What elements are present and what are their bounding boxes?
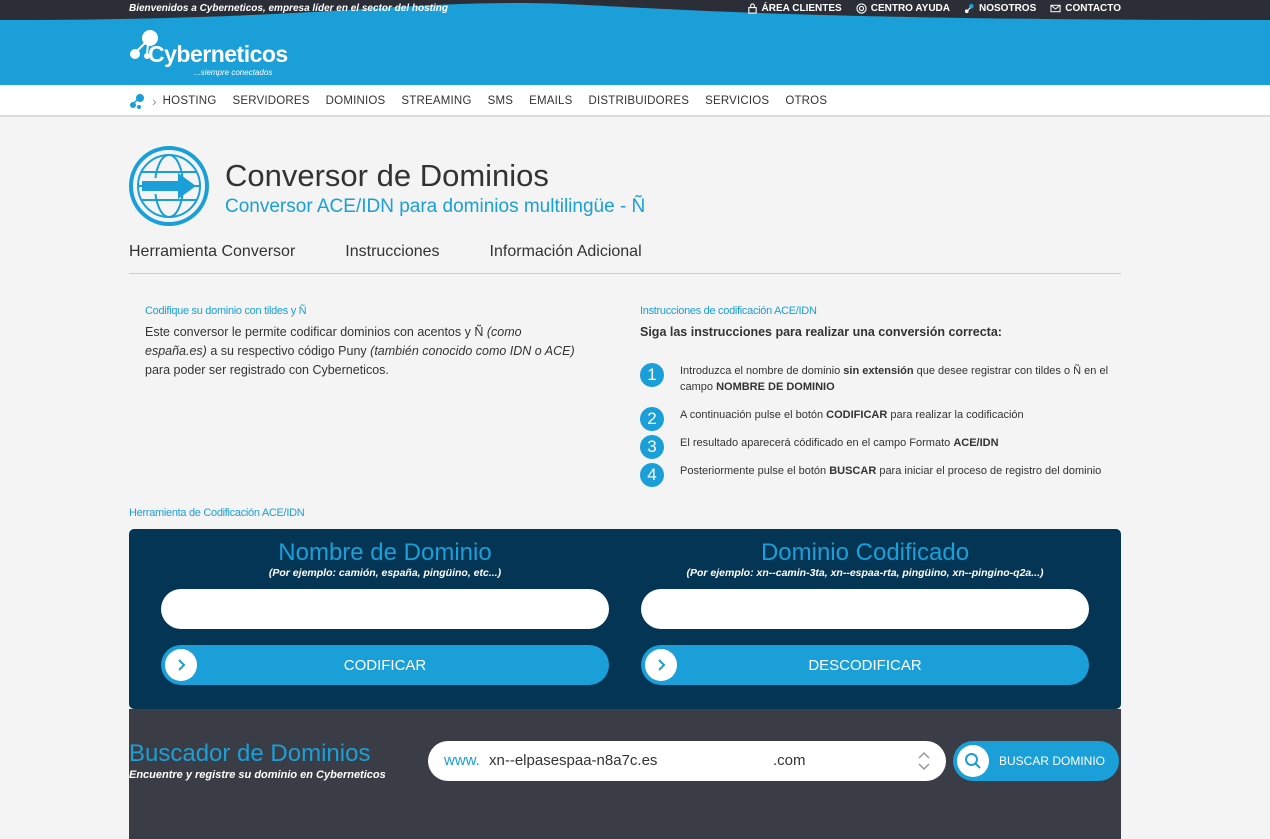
tab-instrucciones[interactable]: Instrucciones xyxy=(345,243,439,273)
page-subtitle: Conversor ACE/IDN para dominios multilin… xyxy=(225,196,646,217)
welcome-text: Bienvenidos a Cyberneticos, empresa líde… xyxy=(129,3,448,14)
contacto-link[interactable]: CONTACTO xyxy=(1050,3,1121,14)
step-text: Posteriormente pulse el botón BUSCAR par… xyxy=(680,463,1101,487)
nosotros-label: NOSOTROS xyxy=(979,3,1037,14)
centro-ayuda-label: CENTRO AYUDA xyxy=(870,3,951,14)
step-text-part: para iniciar el proceso de registro del … xyxy=(876,465,1102,477)
step-text-bold: sin extensión xyxy=(843,365,914,377)
tool-label: Herramienta de Codificación ACE/IDN xyxy=(129,507,305,519)
top-bar: Bienvenidos a Cyberneticos, empresa líde… xyxy=(0,0,1270,20)
search-subtitle: Encuentre y registre su dominio en Cyber… xyxy=(129,769,386,781)
step-text-bold: CODIFICAR xyxy=(826,409,888,421)
instructions-subheading: Siga las instrucciones para realizar una… xyxy=(640,325,1002,339)
section-tabs: Herramienta Conversor Instrucciones Info… xyxy=(129,243,1121,274)
page-title: Conversor de Dominios xyxy=(225,158,549,193)
area-clientes-link[interactable]: ÁREA CLIENTES xyxy=(747,3,842,14)
nav-item-dominios[interactable]: DOMINIOS xyxy=(326,95,386,107)
instructions-section: Instrucciones de codificación ACE/IDN Si… xyxy=(640,305,1110,487)
intro-text: Este conversor le permite codificar domi… xyxy=(145,323,585,380)
instructions-heading: Instrucciones de codificación ACE/IDN xyxy=(640,305,817,317)
descodificar-button[interactable]: DESCODIFICAR xyxy=(641,645,1089,685)
nav-item-emails[interactable]: EMAILS xyxy=(529,95,572,107)
lifebuoy-icon xyxy=(856,3,867,14)
buscar-dominio-label: BUSCAR DOMINIO xyxy=(998,754,1105,768)
step-text-part: A continuación pulse el botón xyxy=(680,409,827,421)
step-number: 1 xyxy=(640,363,664,387)
top-links: ÁREA CLIENTES CENTRO AYUDA NOSOTROS CONT… xyxy=(747,3,1121,14)
step-number: 4 xyxy=(640,463,664,487)
step-number: 3 xyxy=(640,435,664,459)
lock-icon xyxy=(747,3,757,14)
nombre-dominio-example: (Por ejemplo: camión, españa, pingüino, … xyxy=(268,567,502,579)
globe-arrow-icon xyxy=(129,146,209,226)
step-text: Introduzca el nombre de dominio sin exte… xyxy=(680,363,1110,395)
nombre-dominio-input[interactable] xyxy=(161,589,609,629)
logo-tagline: ...siempre conectados xyxy=(194,68,273,77)
intro-text-em: (también conocido como IDN o ACE) xyxy=(370,344,575,358)
step-text-bold: BUSCAR xyxy=(829,465,877,477)
nav-item-hosting[interactable]: HOSTING xyxy=(163,95,217,107)
instruction-step: 3 El resultado aparecerá códificado en e… xyxy=(640,435,1110,459)
intro-heading: Codifique su dominio con tildes y Ñ xyxy=(145,305,307,317)
dominio-codificado-title: Dominio Codificado xyxy=(760,539,970,566)
nav-item-otros[interactable]: OTROS xyxy=(785,95,827,107)
step-text-part: El resultado aparecerá códificado en el … xyxy=(680,437,954,449)
nav-item-servicios[interactable]: SERVICIOS xyxy=(705,95,769,107)
intro-text-part: Este conversor le permite codificar domi… xyxy=(145,325,487,339)
centro-ayuda-link[interactable]: CENTRO AYUDA xyxy=(856,3,950,14)
intro-text-part: para poder ser registrado con Cybernetic… xyxy=(145,363,389,377)
search-icon xyxy=(957,745,989,777)
domain-search-section: Buscador de Dominios Encuentre y registr… xyxy=(129,709,1121,839)
nav-item-streaming[interactable]: STREAMING xyxy=(401,95,471,107)
domain-search-input[interactable]: www. xn--elpasespaa-n8a7c.es .com xyxy=(428,741,946,781)
dominio-codificado-input[interactable] xyxy=(641,589,1089,629)
codificar-button[interactable]: CODIFICAR xyxy=(161,645,609,685)
contacto-label: CONTACTO xyxy=(1065,3,1121,14)
nav-item-servidores[interactable]: SERVIDORES xyxy=(232,95,309,107)
instruction-step: 2 A continuación pulse el botón CODIFICA… xyxy=(640,407,1110,431)
intro-section: Codifique su dominio con tildes y Ñ Este… xyxy=(145,305,585,380)
molecule-icon xyxy=(964,3,974,14)
main-nav: › HOSTING SERVIDORES DOMINIOS STREAMING … xyxy=(128,85,843,117)
step-text: A continuación pulse el botón CODIFICAR … xyxy=(680,407,1024,431)
home-icon[interactable] xyxy=(128,92,146,110)
nombre-dominio-title: Nombre de Dominio xyxy=(278,539,492,566)
tab-informacion-adicional[interactable]: Información Adicional xyxy=(490,243,642,273)
www-prefix: www. xyxy=(444,752,480,769)
nosotros-link[interactable]: NOSOTROS xyxy=(964,3,1036,14)
chevron-right-icon xyxy=(165,649,197,681)
chevron-right-icon: › xyxy=(152,93,157,109)
conversion-tool: Nombre de Dominio (Por ejemplo: camión, … xyxy=(129,529,1121,709)
step-text-part: Posteriormente pulse el botón xyxy=(680,465,830,477)
intro-text-part: a su respectivo código Puny xyxy=(206,344,371,358)
buscar-dominio-button[interactable]: BUSCAR DOMINIO xyxy=(953,741,1119,781)
step-text: El resultado aparecerá códificado en el … xyxy=(680,435,999,459)
cyberneticos-logo[interactable]: Cyberneticos ...siempre conectados xyxy=(128,28,288,78)
tld-select[interactable]: .com xyxy=(773,752,806,769)
nav-item-distribuidores[interactable]: DISTRIBUIDORES xyxy=(589,95,690,107)
main-nav-bar: › HOSTING SERVIDORES DOMINIOS STREAMING … xyxy=(0,85,1270,117)
chevron-right-icon xyxy=(645,649,677,681)
descodificar-label: DESCODIFICAR xyxy=(808,656,922,674)
domain-search-value: xn--elpasespaa-n8a7c.es xyxy=(489,752,658,769)
up-down-chevron-icon[interactable] xyxy=(915,749,933,773)
header: Cyberneticos ...siempre conectados xyxy=(0,20,1270,85)
search-title: Buscador de Dominios xyxy=(129,740,371,767)
tab-herramienta-conversor[interactable]: Herramienta Conversor xyxy=(129,243,295,273)
area-clientes-label: ÁREA CLIENTES xyxy=(761,3,842,14)
step-text-bold: NOMBRE DE DOMINIO xyxy=(716,381,835,393)
instruction-step: 1 Introduzca el nombre de dominio sin ex… xyxy=(640,363,1110,395)
step-text-part: Introduzca el nombre de dominio xyxy=(680,365,844,377)
nav-item-sms[interactable]: SMS xyxy=(488,95,514,107)
logo-text: Cyberneticos xyxy=(148,41,288,67)
instruction-step: 4 Posteriormente pulse el botón BUSCAR p… xyxy=(640,463,1110,487)
envelope-icon xyxy=(1050,4,1061,13)
dominio-codificado-example: (Por ejemplo: xn--camin-3ta, xn--espaa-r… xyxy=(686,567,1044,579)
step-number: 2 xyxy=(640,407,664,431)
codificar-label: CODIFICAR xyxy=(343,656,427,674)
step-text-bold: ACE/IDN xyxy=(953,437,999,449)
step-text-part: para realizar la codificación xyxy=(887,409,1024,421)
